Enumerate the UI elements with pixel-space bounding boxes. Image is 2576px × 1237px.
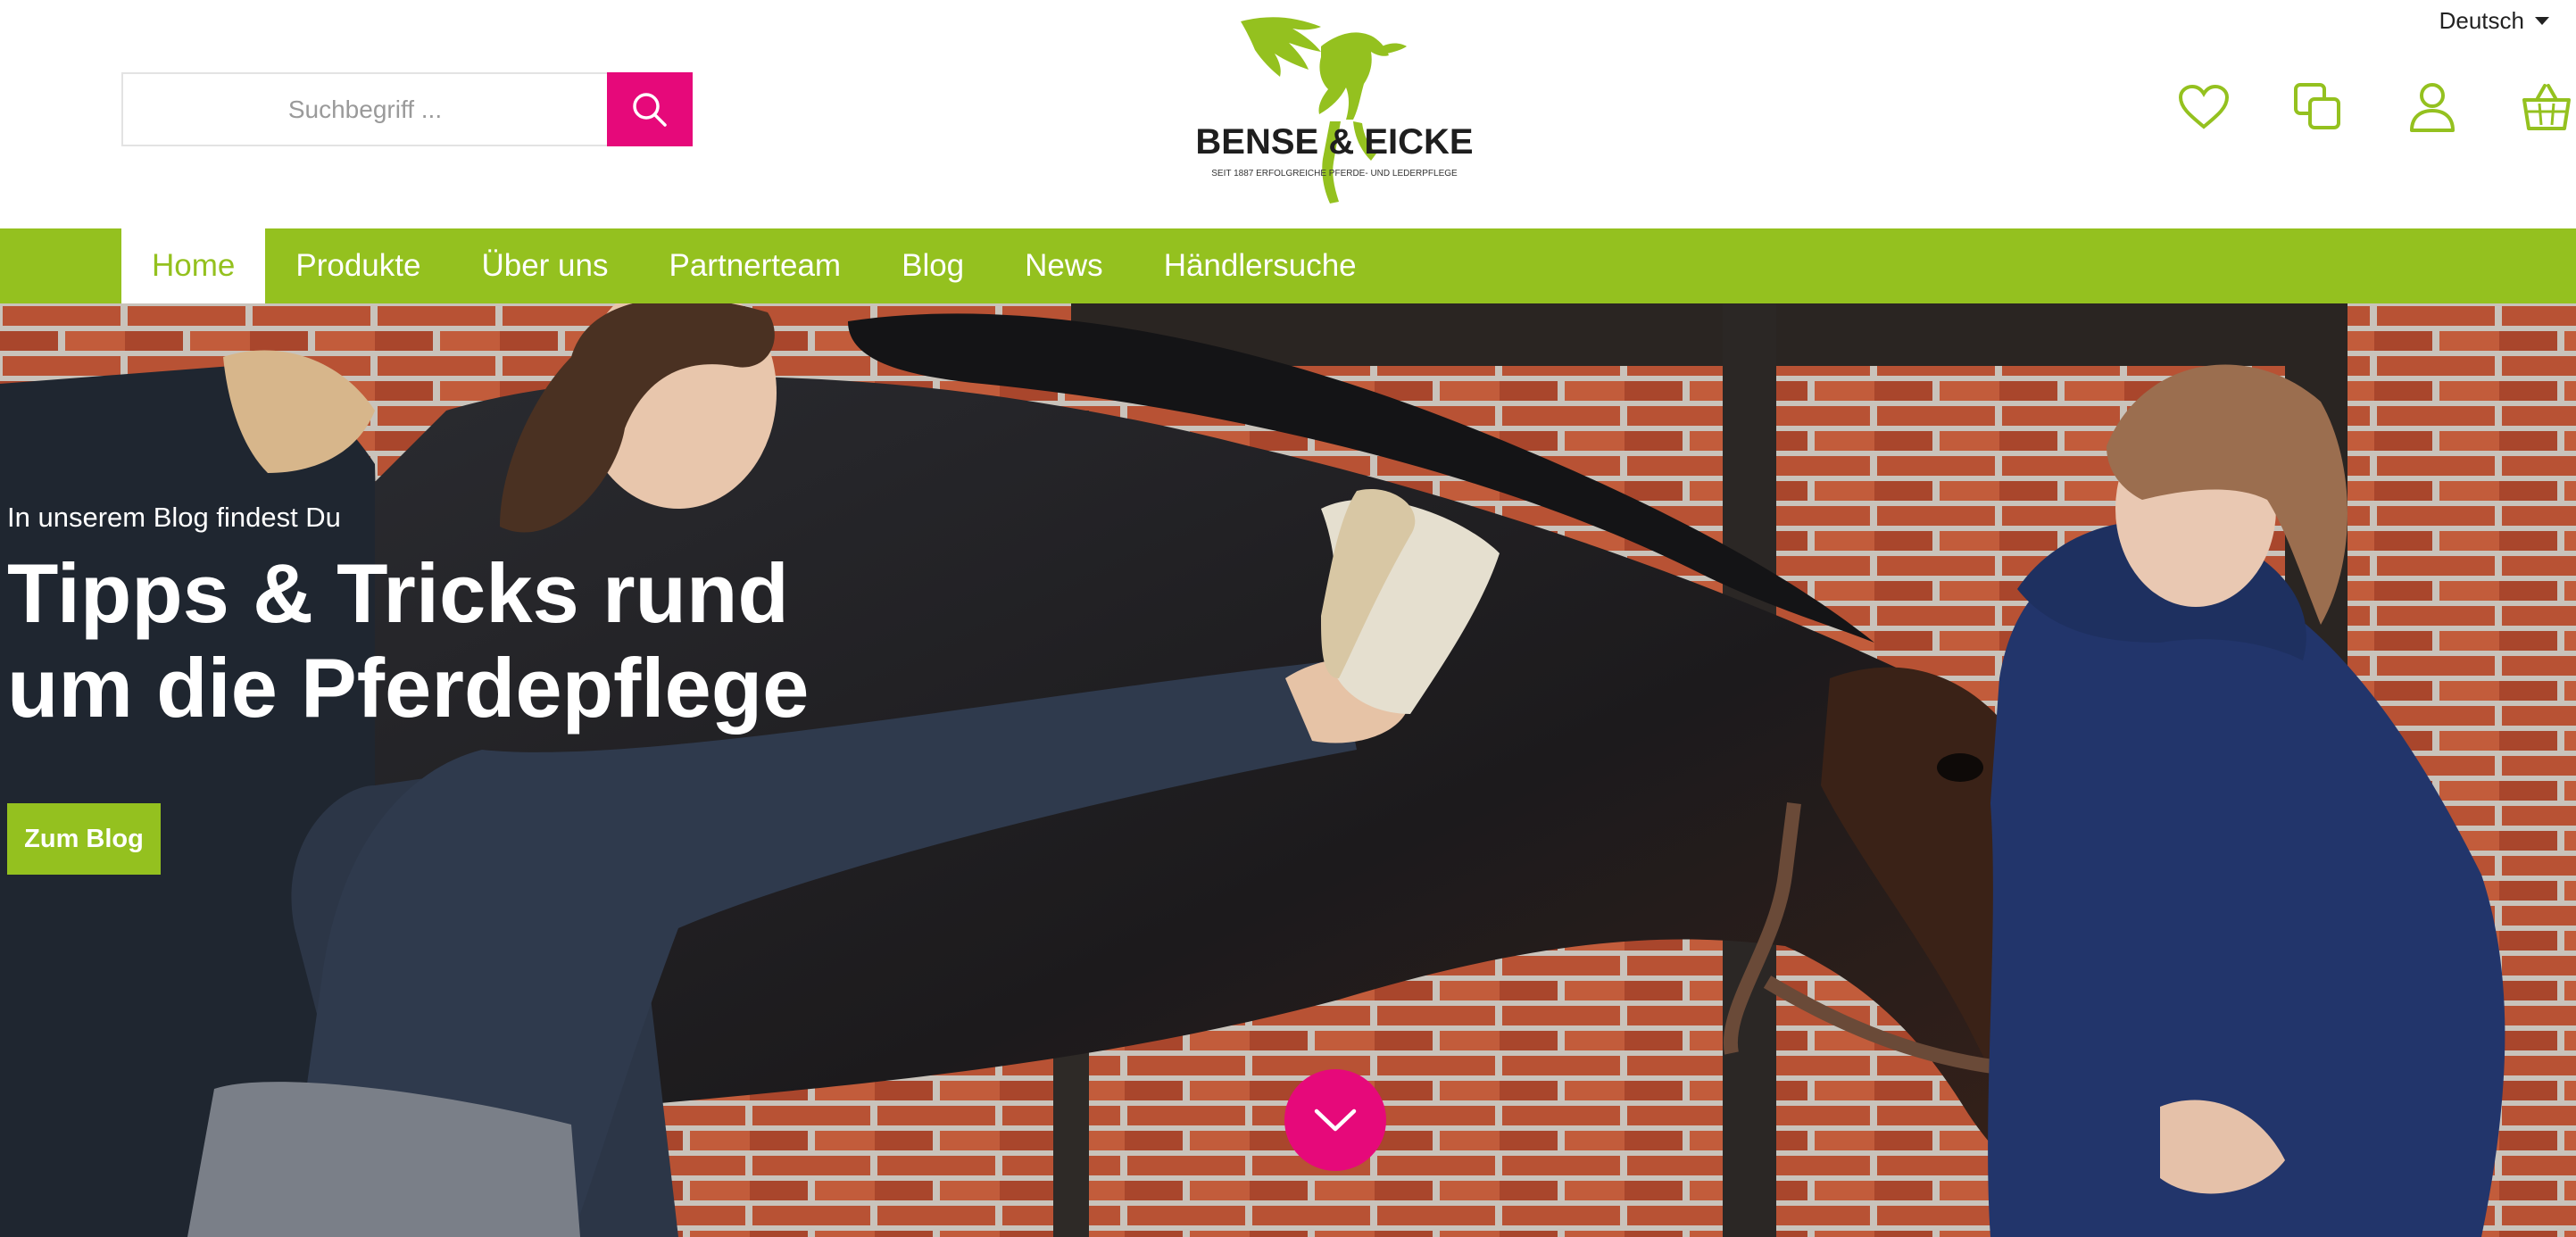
nav-item-über-uns[interactable]: Über uns	[451, 228, 638, 303]
search-form	[121, 72, 693, 146]
hero-title: Tipps & Tricks rund um die Pferdepflege	[7, 546, 810, 735]
header-icons	[2178, 80, 2572, 134]
nav-item-produkte[interactable]: Produkte	[265, 228, 451, 303]
svg-text:SEIT 1887 ERFOLGREICHE PFERDE-: SEIT 1887 ERFOLGREICHE PFERDE- UND LEDER…	[1211, 169, 1458, 178]
heart-icon	[2178, 84, 2230, 129]
hero-subtitle: In unserem Blog findest Du	[7, 502, 341, 533]
user-icon	[2410, 83, 2455, 132]
nav-item-händlersuche[interactable]: Händlersuche	[1134, 228, 1387, 303]
scroll-down-button[interactable]	[1284, 1069, 1386, 1171]
svg-text:BENSE & EICKE: BENSE & EICKE	[1195, 122, 1473, 162]
hero-background-image	[0, 303, 2576, 1237]
language-label: Deutsch	[2439, 7, 2524, 34]
cart-button[interactable]	[2521, 80, 2572, 134]
pegasus-logo-icon: BENSE & EICKE SEIT 1887 ERFOLGREICHE PFE…	[1195, 17, 1474, 203]
nav-item-news[interactable]: News	[994, 228, 1134, 303]
nav-list: Home Produkte Über uns Partnerteam Blog News H…	[121, 228, 1387, 303]
site-header: Deutsch BENSE & EICKE SEIT 1887 ERFOLGRE…	[0, 0, 2576, 228]
search-input[interactable]	[121, 72, 607, 146]
blog-button[interactable]: Zum Blog	[7, 803, 161, 875]
wishlist-button[interactable]	[2178, 80, 2230, 134]
language-selector[interactable]: Deutsch	[2439, 7, 2549, 35]
nav-item-blog[interactable]: Blog	[871, 228, 994, 303]
hero-banner: In unserem Blog findest Du Tipps & Trick…	[0, 303, 2576, 1237]
search-icon	[633, 92, 667, 127]
caret-down-icon	[2535, 17, 2549, 25]
hero-text: In unserem Blog findest Du Tipps & Trick…	[7, 502, 810, 735]
chevron-down-icon	[1314, 1108, 1357, 1132]
compare-button[interactable]	[2292, 80, 2344, 134]
basket-icon	[2522, 84, 2571, 130]
main-navigation: Home Produkte Über uns Partnerteam Blog News H…	[0, 228, 2576, 303]
nav-item-partnerteam[interactable]: Partnerteam	[639, 228, 872, 303]
search-button[interactable]	[607, 72, 693, 146]
account-button[interactable]	[2406, 80, 2458, 134]
compare-icon	[2294, 83, 2340, 129]
brand-logo[interactable]: BENSE & EICKE SEIT 1887 ERFOLGREICHE PFE…	[1187, 11, 1482, 209]
nav-item-home[interactable]: Home	[121, 228, 266, 303]
